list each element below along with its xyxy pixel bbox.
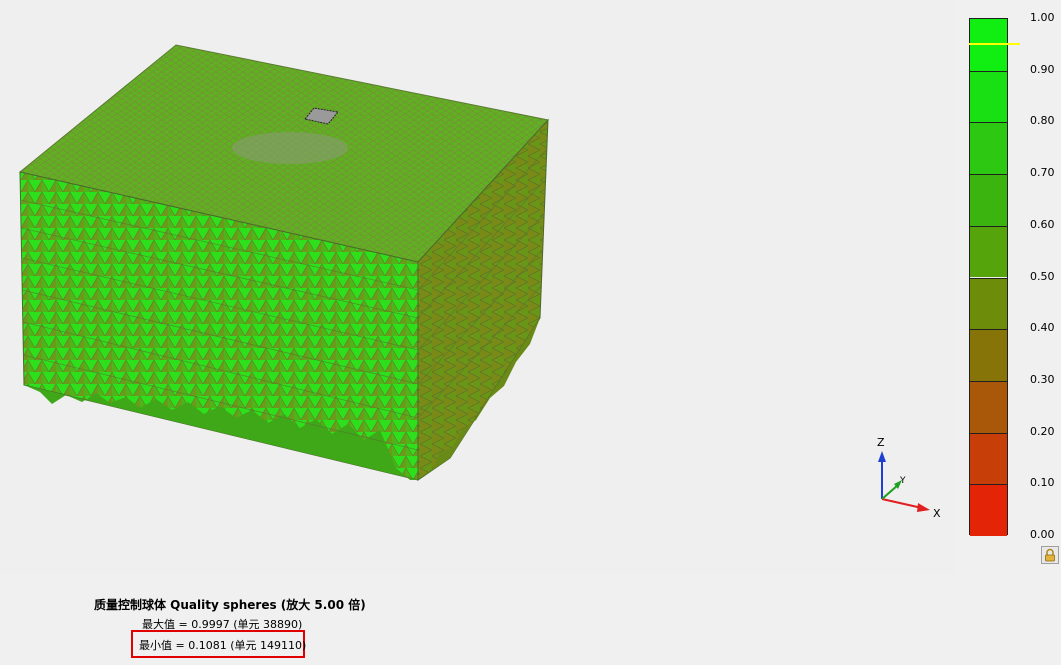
- axis-triad: Z Y X: [877, 436, 941, 520]
- legend-tick-label: 0.80: [1030, 114, 1055, 128]
- legend-value-marker: [969, 42, 1020, 45]
- legend-tick-label: 0.30: [1030, 372, 1055, 386]
- result-title: 质量控制球体 Quality spheres (放大 5.00 倍): [94, 598, 366, 612]
- legend-segment: [970, 329, 1007, 381]
- legend-segment: [970, 277, 1007, 330]
- axis-y-label: Y: [899, 476, 906, 486]
- legend-tick-label: 1.00: [1030, 11, 1055, 24]
- legend-tick-label: 0.00: [1030, 528, 1055, 541]
- lock-legend-button[interactable]: [1041, 546, 1059, 564]
- color-legend-bar: [969, 18, 1008, 536]
- legend-segment: [970, 432, 1007, 485]
- lock-icon: [1045, 548, 1055, 562]
- legend-tick-label: 0.60: [1030, 217, 1055, 231]
- mesh-model[interactable]: Z Y X: [0, 0, 957, 574]
- axis-x-label: X: [933, 507, 941, 520]
- mesh-refined-region: [232, 132, 348, 164]
- legend-segment: [970, 19, 1007, 71]
- legend-tick-label: 0.20: [1030, 424, 1055, 438]
- legend-tick-label: 0.10: [1030, 476, 1055, 490]
- axis-z-label: Z: [877, 436, 885, 449]
- legend-tick-label: 0.50: [1030, 269, 1055, 283]
- legend-segment: [970, 122, 1007, 175]
- legend-segment: [970, 225, 1007, 278]
- 3d-viewport[interactable]: Z Y X: [0, 0, 957, 574]
- legend-segment: [970, 70, 1007, 123]
- result-info-panel: 质量控制球体 Quality spheres (放大 5.00 倍) 最大值 =…: [0, 574, 1061, 665]
- legend-segment: [970, 174, 1007, 226]
- legend-tick-label: 0.70: [1030, 166, 1055, 180]
- legend-tick-label: 0.90: [1030, 62, 1055, 76]
- min-value-line: 最小值 = 0.1081 (单元 149110): [139, 639, 307, 652]
- legend-segment: [970, 484, 1007, 536]
- legend-segment: [970, 380, 1007, 433]
- legend-tick-label: 0.40: [1030, 321, 1055, 335]
